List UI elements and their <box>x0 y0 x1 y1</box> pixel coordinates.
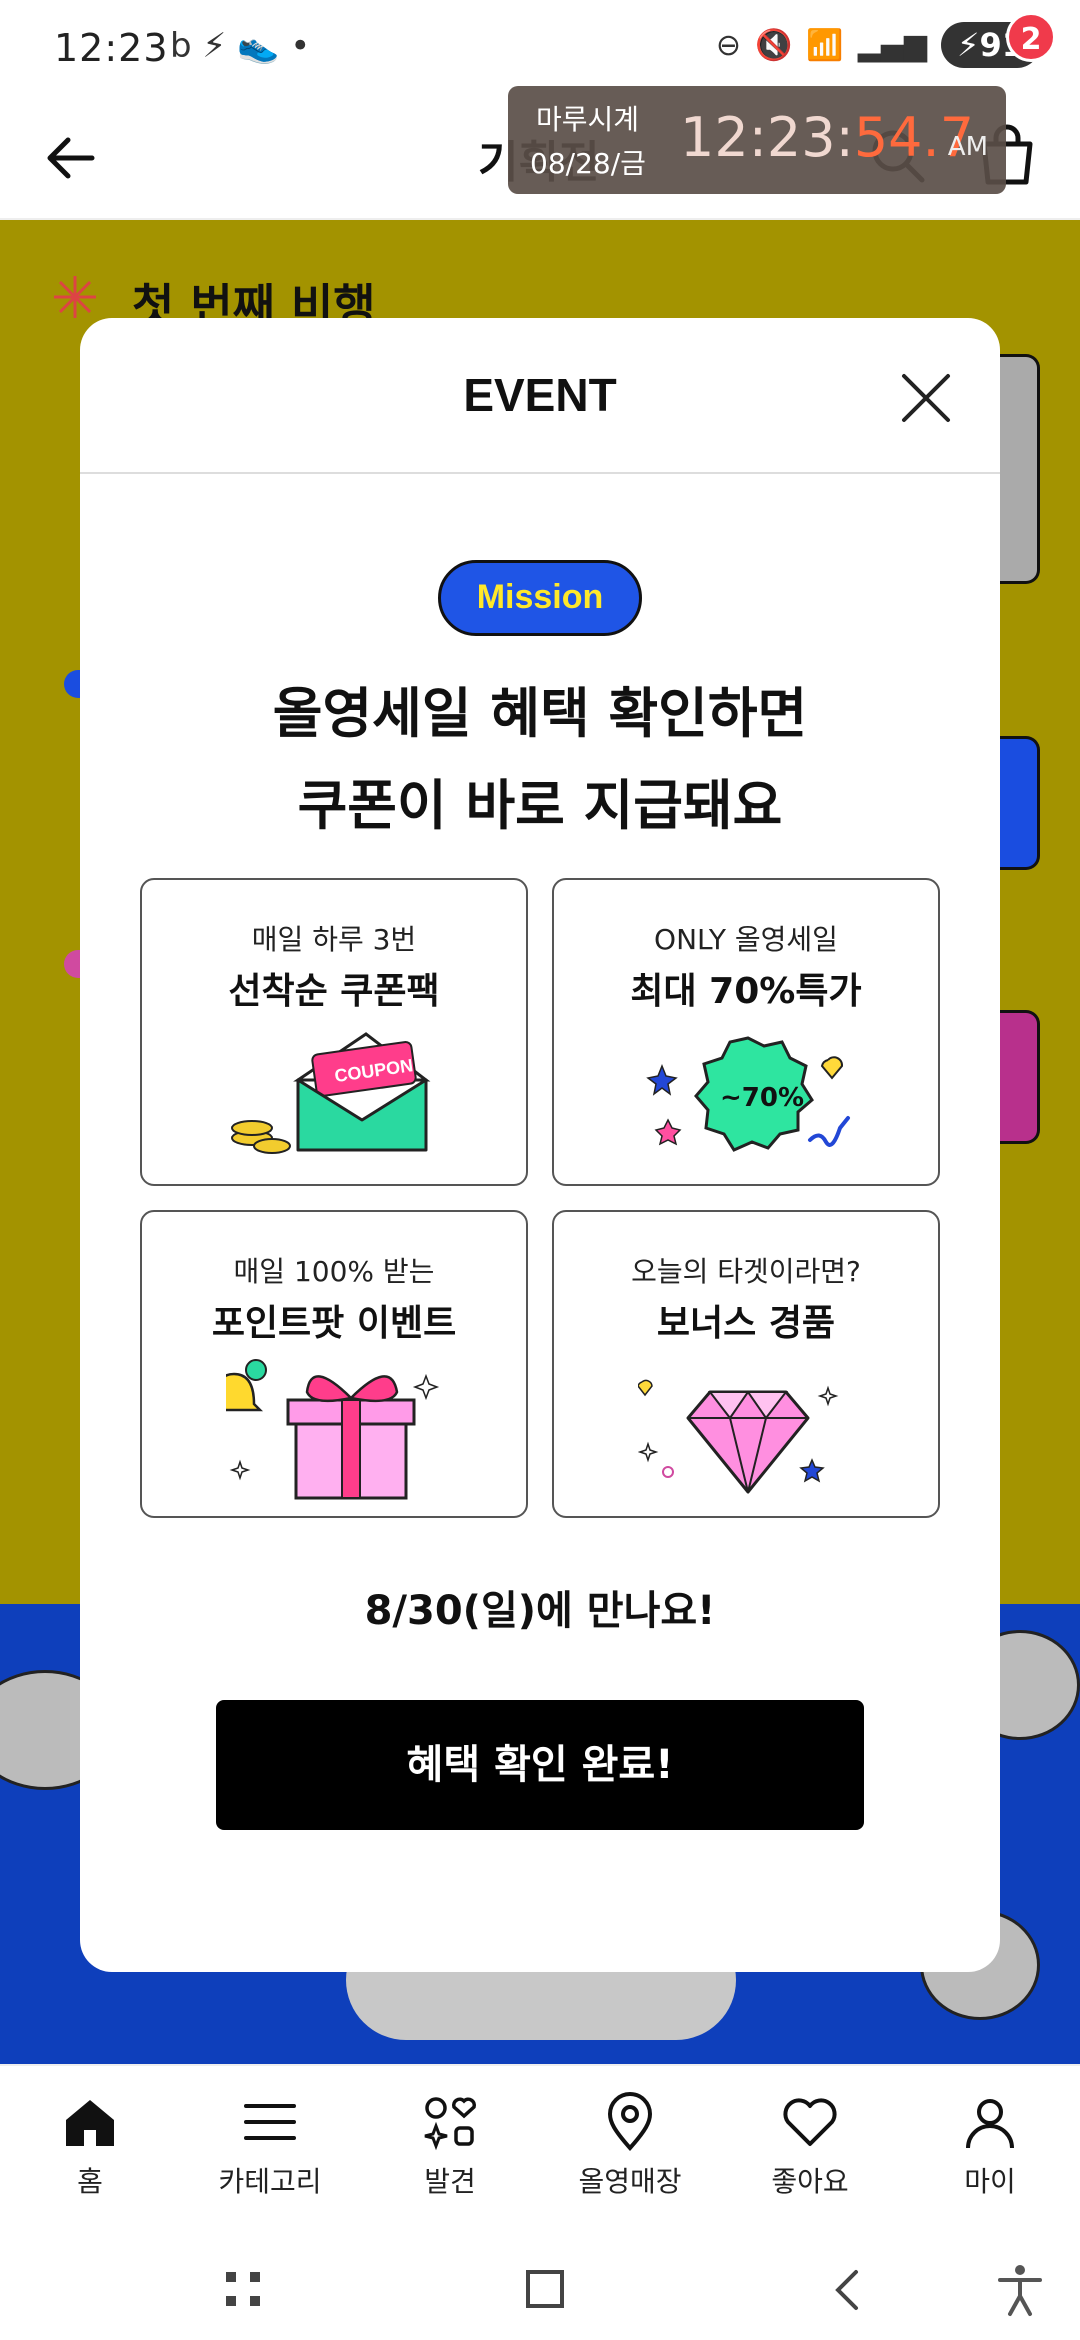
nav-item-category[interactable]: 카테고리 <box>180 2082 360 2232</box>
gift-box-icon <box>226 1359 440 1500</box>
accessibility-icon[interactable] <box>990 2260 1050 2320</box>
location-pin-icon <box>607 2092 653 2152</box>
nav-item-likes[interactable]: 좋아요 <box>720 2082 900 2232</box>
tile-subtitle: 매일 100% 받는 <box>233 1255 435 1288</box>
bottom-navigation: 홈 카테고리 발견 올영매장 좋아요 마이 <box>0 2064 1080 2238</box>
tile-subtitle: 오늘의 타겟이라면? <box>631 1255 861 1288</box>
heart-icon <box>783 2098 837 2146</box>
clock-date: 08/28/금 <box>530 147 646 180</box>
event-date-text: 8/30(일)에 만나요! <box>364 1588 716 1634</box>
benefit-grid: 매일 하루 3번 선착순 쿠폰팩 COUPON ONLY 올영세일 최대 70%… <box>140 878 940 1518</box>
nav-item-my[interactable]: 마이 <box>900 2082 1080 2232</box>
nav-item-store[interactable]: 올영매장 <box>540 2082 720 2232</box>
coupon-envelope-icon: COUPON <box>231 1032 431 1154</box>
modal-header: EVENT <box>80 318 1000 474</box>
menu-icon <box>244 2104 296 2140</box>
headline-line-1: 올영세일 혜택 확인하면 <box>272 682 808 745</box>
confirm-benefit-button[interactable]: 혜택 확인 완료! <box>216 1700 864 1830</box>
modal-title: EVENT <box>463 369 617 421</box>
discount-label: ~70% <box>720 1083 804 1113</box>
tile-subtitle: 매일 하루 3번 <box>251 923 417 956</box>
nav-item-home[interactable]: 홈 <box>0 2082 180 2232</box>
discover-icon <box>424 2097 477 2151</box>
nav-item-discover[interactable]: 발견 <box>360 2082 540 2232</box>
person-icon <box>966 2099 1014 2149</box>
tile-title: 선착순 쿠폰팩 <box>228 971 440 1012</box>
nav-label: 올영매장 <box>578 2165 682 2198</box>
benefit-tile-bonus: 오늘의 타겟이라면? 보너스 경품 <box>552 1210 940 1518</box>
system-navigation-bar <box>0 2238 1080 2340</box>
discount-badge-icon: ~70% <box>646 1036 850 1152</box>
nav-label: 카테고리 <box>218 2165 322 2198</box>
benefit-tile-sale: ONLY 올영세일 최대 70%특가 ~70% <box>552 878 940 1186</box>
clock-time-main: 12:23: <box>680 106 854 169</box>
benefit-tile-point: 매일 100% 받는 포인트팟 이벤트 <box>140 1210 528 1518</box>
mission-badge: Mission <box>438 560 642 636</box>
nav-label: 좋아요 <box>771 2165 849 2198</box>
nav-label: 발견 <box>424 2165 476 2198</box>
back-button-icon[interactable] <box>818 2260 878 2320</box>
home-icon <box>66 2100 114 2146</box>
close-icon[interactable] <box>898 370 954 426</box>
modal-headline: 올영세일 혜택 확인하면 쿠폰이 바로 지급돼요 <box>80 668 1000 852</box>
tile-title: 포인트팟 이벤트 <box>211 1303 457 1344</box>
event-modal: EVENT Mission 올영세일 혜택 확인하면 쿠폰이 바로 지급돼요 매… <box>80 318 1000 1972</box>
tile-title: 최대 70%특가 <box>630 971 862 1012</box>
recent-apps-icon[interactable] <box>214 2260 274 2320</box>
tile-title: 보너스 경품 <box>656 1303 836 1344</box>
clock-ampm: AM <box>947 132 988 162</box>
benefit-tile-coupon: 매일 하루 3번 선착순 쿠폰팩 COUPON <box>140 878 528 1186</box>
tile-subtitle: ONLY 올영세일 <box>654 923 838 956</box>
home-button-icon[interactable] <box>516 2260 576 2320</box>
clock-app-name: 마루시계 <box>536 103 640 136</box>
clock-time: 12:23:54.7 <box>680 106 974 169</box>
headline-line-2: 쿠폰이 바로 지급돼요 <box>297 774 783 837</box>
floating-clock-widget[interactable]: 마루시계 08/28/금 12:23:54.7 AM <box>508 86 1006 194</box>
nav-label: 마이 <box>964 2165 1016 2198</box>
diamond-icon <box>638 1379 839 1494</box>
nav-label: 홈 <box>77 2165 103 2198</box>
